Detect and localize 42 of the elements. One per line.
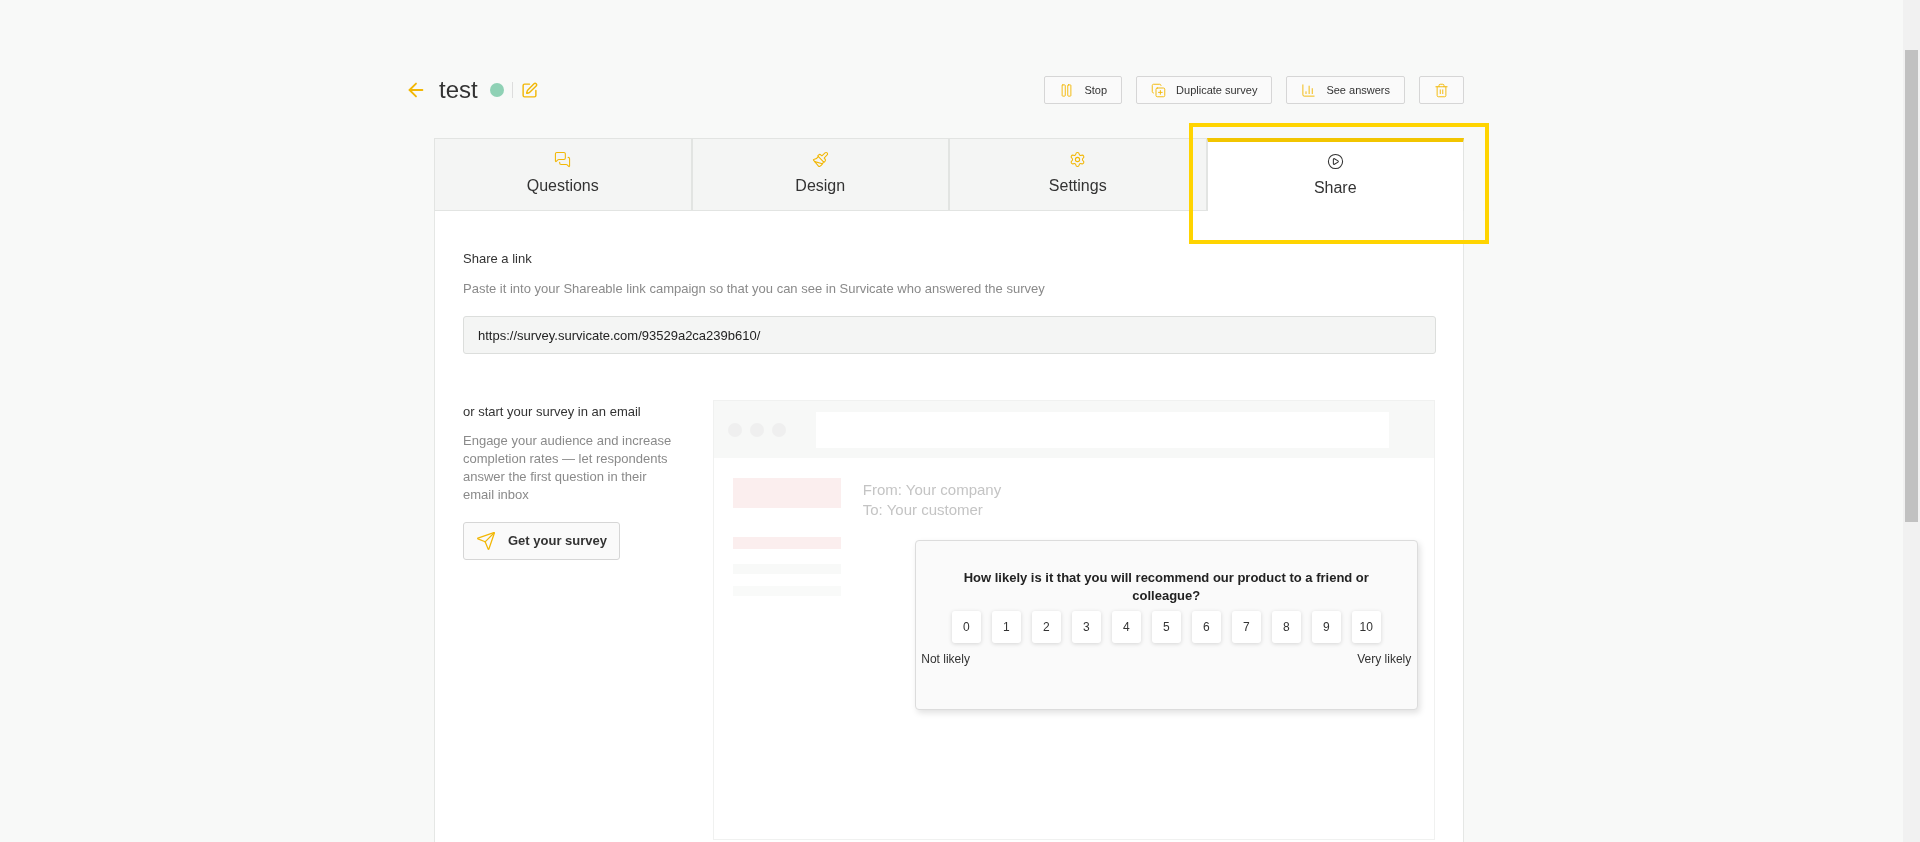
tab[interactable]: Share — [1206, 138, 1464, 211]
score-option[interactable]: 9 — [1311, 611, 1341, 643]
tab[interactable]: Design — [691, 138, 949, 211]
get-survey-button[interactable]: Get your survey — [463, 521, 620, 560]
pause-icon — [1059, 82, 1075, 98]
to-line: To: Your customer — [862, 500, 984, 520]
trash-icon — [1434, 82, 1449, 98]
action-button[interactable]: See answers — [1286, 76, 1405, 104]
link-field[interactable]: https://survey.survicate.com/93529a2ca239b610/ — [463, 316, 1436, 354]
settings-icon — [1069, 151, 1087, 168]
action-button[interactable]: Duplicate survey — [1136, 76, 1273, 104]
score-option[interactable]: 0 — [951, 611, 981, 643]
survey-title: test — [439, 75, 478, 105]
scale-low-label: Not likely — [921, 651, 970, 668]
edit-icon[interactable] — [520, 81, 538, 99]
delete-button[interactable] — [1419, 76, 1464, 104]
score-option[interactable]: 6 — [1191, 611, 1221, 643]
score-option[interactable]: 10 — [1351, 611, 1381, 643]
score-option[interactable]: 8 — [1271, 611, 1301, 643]
play-circle-icon — [1326, 153, 1344, 170]
score-option[interactable]: 4 — [1111, 611, 1141, 643]
score-option[interactable]: 3 — [1071, 611, 1101, 643]
score-option[interactable]: 7 — [1231, 611, 1261, 643]
survey-question: How likely is it that you will recommend our product to a friend or colleague? — [962, 569, 1370, 605]
tab[interactable]: Questions — [434, 138, 692, 211]
duplicate-icon — [1151, 82, 1167, 98]
send-icon — [476, 530, 496, 551]
from-line: From: Your company — [862, 480, 1002, 500]
section-description: Engage your audience and increase completion rates — let respondents answer the first question in their email inbox — [463, 431, 673, 504]
scrollbar[interactable] — [1903, 0, 1920, 842]
score-option[interactable]: 5 — [1151, 611, 1181, 643]
section-title: or start your survey in an email — [463, 403, 642, 421]
section-title: Share a link — [463, 250, 533, 268]
score-option[interactable]: 2 — [1031, 611, 1061, 643]
chat-bubbles-icon — [554, 151, 572, 168]
tab[interactable]: Settings — [949, 138, 1207, 211]
scale-high-label: Very likely — [1357, 651, 1412, 668]
bar-chart-icon — [1301, 82, 1317, 98]
section-description: Paste it into your Shareable link campaign so that you can see in Survicate who answered the survey — [463, 279, 1046, 298]
score-option[interactable]: 1 — [991, 611, 1021, 643]
action-button[interactable]: Stop — [1044, 76, 1123, 104]
paintbrush-icon — [811, 151, 829, 168]
